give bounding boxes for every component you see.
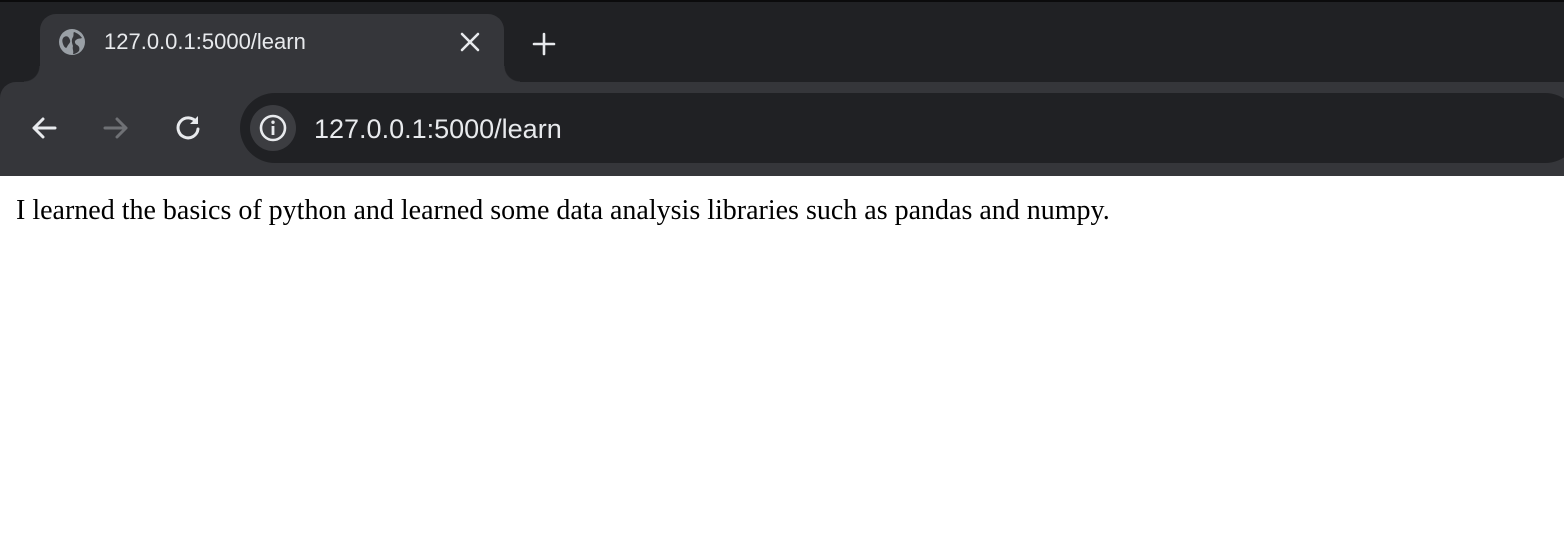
url-text[interactable]: 127.0.0.1:5000/learn: [314, 113, 562, 145]
reload-icon[interactable]: [172, 112, 204, 144]
arrow-right-icon[interactable]: [100, 112, 132, 144]
arrow-left-icon[interactable]: [28, 112, 60, 144]
page-body-text: I learned the basics of python and learn…: [16, 195, 1110, 226]
globe-icon: [58, 28, 86, 56]
address-bar[interactable]: 127.0.0.1:5000/learn: [240, 93, 1564, 163]
browser-chrome: 127.0.0.1:5000/learn 127.0.0.1:5000/lear…: [0, 0, 1564, 176]
toolbar: 127.0.0.1:5000/learn: [0, 82, 1564, 176]
plus-icon[interactable]: [530, 30, 558, 58]
tab-strip: 127.0.0.1:5000/learn: [0, 2, 1564, 82]
tab-title: 127.0.0.1:5000/learn: [104, 29, 306, 54]
tab-active[interactable]: 127.0.0.1:5000/learn: [24, 14, 520, 82]
info-icon[interactable]: [250, 105, 296, 151]
close-icon[interactable]: [458, 30, 482, 54]
